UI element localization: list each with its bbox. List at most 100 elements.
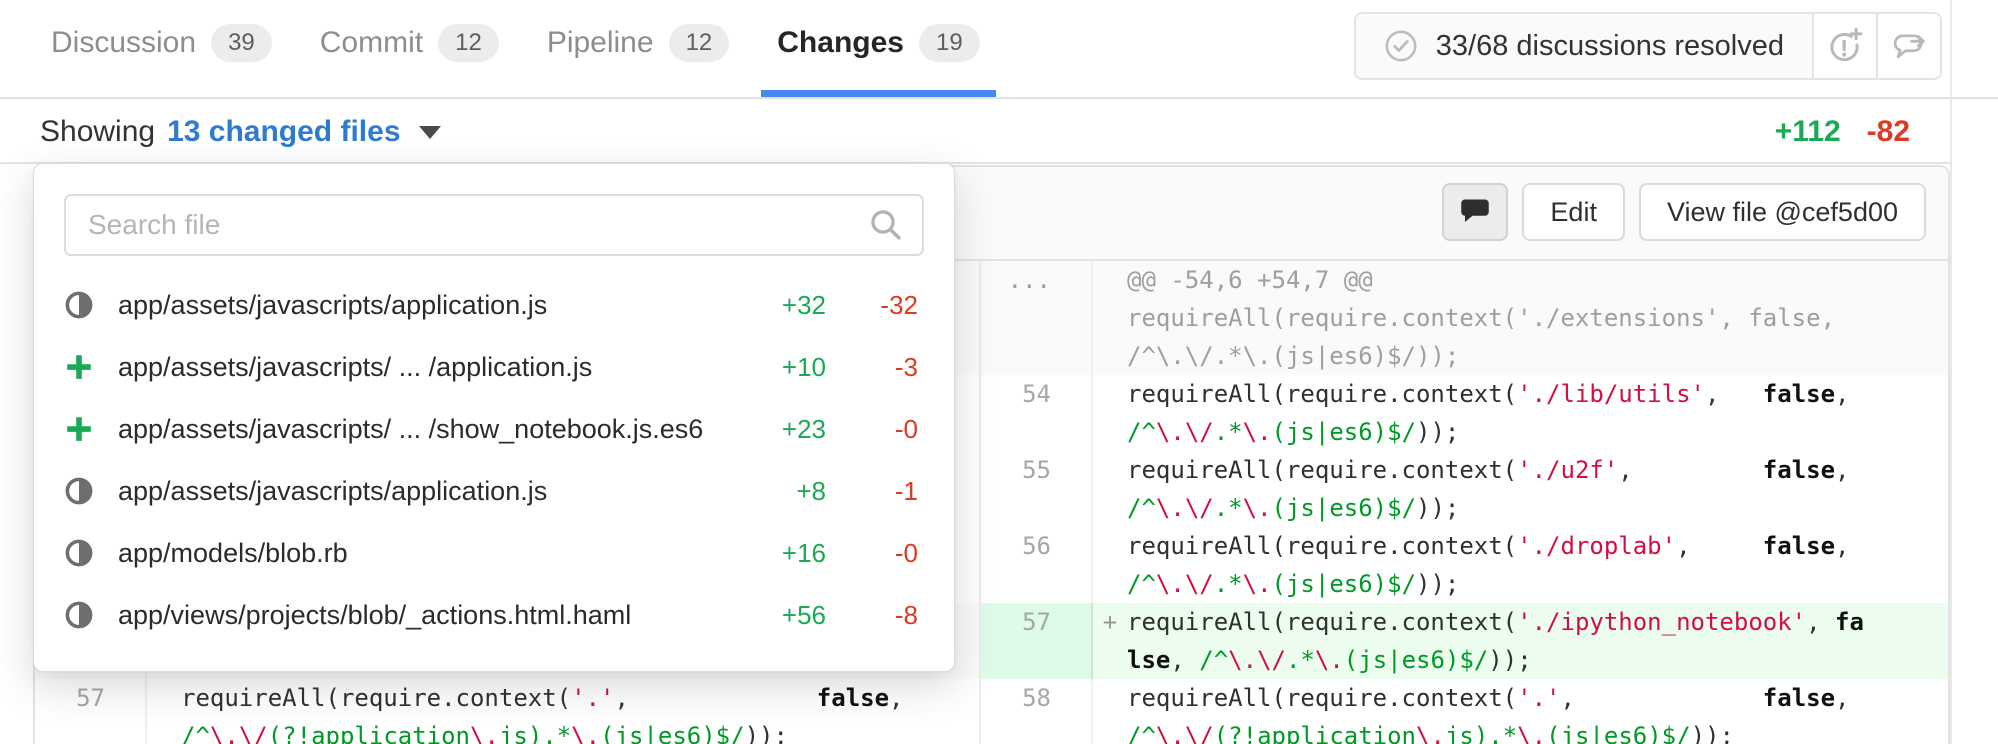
line-number[interactable]: 56 <box>981 527 1093 603</box>
merge-request-changes-page: Discussion 39 Commit 12 Pipeline 12 Chan… <box>0 0 1998 744</box>
tab-label: Pipeline <box>547 26 654 60</box>
search-file-input[interactable] <box>64 194 924 256</box>
tab-count-badge: 12 <box>669 24 730 62</box>
edit-file-button[interactable]: Edit <box>1522 183 1625 241</box>
code-line: requireAll(require.context('./lib/utils'… <box>1127 375 1948 451</box>
view-file-button[interactable]: View file @cef5d00 <box>1639 183 1926 241</box>
modified-file-icon <box>64 538 98 568</box>
deletions-count: -8 <box>846 600 918 631</box>
file-path: app/assets/javascripts/application.js <box>118 476 714 507</box>
deletions-count: -1 <box>846 476 918 507</box>
diff-line-prefix <box>1093 261 1127 375</box>
line-number[interactable]: 57 <box>35 679 147 744</box>
diff-row: 56 requireAll(require.context('./droplab'… <box>981 527 1948 603</box>
tab-label: Commit <box>320 26 423 60</box>
jump-to-next-discussion-button[interactable] <box>1876 14 1940 78</box>
search-icon <box>868 207 904 248</box>
diff-line-prefix <box>1093 679 1127 744</box>
file-row[interactable]: app/assets/javascripts/ ... /show_notebo… <box>34 398 954 460</box>
modified-file-icon <box>64 538 94 568</box>
resolve-in-new-issue-icon <box>1826 27 1864 65</box>
code-line: requireAll(require.context('./droplab', … <box>1127 527 1948 603</box>
code-line: requireAll(require.context('./ipython_no… <box>1127 603 1948 679</box>
line-number[interactable]: 54 <box>981 375 1093 451</box>
tab-discussion[interactable]: Discussion 39 <box>35 10 288 97</box>
modified-file-icon <box>64 290 94 320</box>
changed-files-dropdown-link[interactable]: 13 changed files <box>167 115 400 149</box>
tab-pipeline[interactable]: Pipeline 12 <box>531 10 745 97</box>
modified-file-icon <box>64 476 98 506</box>
file-path: app/views/projects/blob/_actions.html.ha… <box>118 600 714 631</box>
line-number[interactable]: 55 <box>981 451 1093 527</box>
diff-row: 55 requireAll(require.context('./u2f', fa… <box>981 451 1948 527</box>
tab-label: Discussion <box>51 26 196 60</box>
additions-count: +32 <box>734 290 826 321</box>
file-row[interactable]: app/assets/javascripts/ ... /application… <box>34 336 954 398</box>
diff-line-prefix <box>1093 451 1127 527</box>
line-number[interactable]: ... <box>981 261 1093 375</box>
diff-line-prefix <box>1093 527 1127 603</box>
modified-file-icon <box>64 290 98 320</box>
discussions-resolved-status: 33/68 discussions resolved <box>1356 14 1812 78</box>
deletions-count: -3 <box>846 352 918 383</box>
file-path: app/assets/javascripts/application.js <box>118 290 714 321</box>
added-file-icon <box>64 414 94 444</box>
file-header-actions: Edit View file @cef5d00 <box>1442 183 1926 241</box>
file-path: app/assets/javascripts/ ... /show_notebo… <box>118 414 714 445</box>
additions-count: +10 <box>734 352 826 383</box>
content-right-border <box>1950 0 1952 744</box>
file-path: app/assets/javascripts/ ... /application… <box>118 352 714 383</box>
diff-line-prefix: + <box>1093 603 1127 679</box>
modified-file-icon <box>64 600 94 630</box>
showing-label: Showing <box>40 115 155 149</box>
tab-count-badge: 39 <box>211 24 272 62</box>
code-line: @@ -54,6 +54,7 @@ requireAll(require.con… <box>1127 261 1948 375</box>
code-line: requireAll(require.context('.', false, /… <box>181 679 979 744</box>
comment-bubble-icon <box>1460 197 1490 227</box>
tab-label: Changes <box>777 26 904 60</box>
discussions-resolved-group: 33/68 discussions resolved <box>1354 12 1942 80</box>
additions-count: +23 <box>734 414 826 445</box>
file-path: app/models/blob.rb <box>118 538 714 569</box>
tab-count-badge: 12 <box>438 24 499 62</box>
line-number[interactable]: 57 <box>981 603 1093 679</box>
tab-commit[interactable]: Commit 12 <box>304 10 515 97</box>
file-row[interactable]: app/models/blob.rb +16 -0 <box>34 522 954 584</box>
file-row[interactable]: app/assets/javascripts/application.js +32… <box>34 274 954 336</box>
diff-line-prefix <box>1093 375 1127 451</box>
tab-changes[interactable]: Changes 19 <box>761 10 995 97</box>
code-line: requireAll(require.context('./u2f', fals… <box>1127 451 1948 527</box>
added-file-icon <box>64 414 98 444</box>
code-line: requireAll(require.context('.', false, /… <box>1127 679 1948 744</box>
total-deletions: -82 <box>1867 115 1910 149</box>
deletions-count: -32 <box>846 290 918 321</box>
jump-to-next-discussion-icon <box>1890 27 1928 65</box>
added-file-icon <box>64 352 98 382</box>
diff-row: 57 requireAll(require.context('.', false,… <box>35 679 979 744</box>
diff-row: 58 requireAll(require.context('.', false,… <box>981 679 1948 744</box>
resolved-count-text: 33/68 discussions resolved <box>1436 30 1784 63</box>
modified-file-icon <box>64 476 94 506</box>
file-row[interactable]: app/assets/javascripts/application.js +8-… <box>34 460 954 522</box>
diff-row: 54 requireAll(require.context('./lib/util… <box>981 375 1948 451</box>
diff-pane-new: ... @@ -54,6 +54,7 @@ requireAll(require.… <box>979 261 1948 744</box>
total-additions: +112 <box>1775 115 1841 149</box>
diff-stats: +112 -82 <box>1775 115 1910 149</box>
tab-count-badge: 19 <box>919 24 980 62</box>
deletions-count: -0 <box>846 538 918 569</box>
line-number[interactable]: 58 <box>981 679 1093 744</box>
additions-count: +56 <box>734 600 826 631</box>
diff-row: 57+requireAll(require.context('./ipython… <box>981 603 1948 679</box>
changed-file-list: app/assets/javascripts/application.js +32… <box>34 274 954 646</box>
dropdown-caret-icon <box>419 126 441 150</box>
file-row[interactable]: app/views/projects/blob/_actions.html.ha… <box>34 584 954 646</box>
additions-count: +16 <box>734 538 826 569</box>
diff-line-prefix <box>147 679 181 744</box>
view-file-button-label: View file @cef5d00 <box>1667 197 1898 228</box>
toggle-comments-button[interactable] <box>1442 183 1508 241</box>
additions-count: +8 <box>734 476 826 507</box>
deletions-count: -0 <box>846 414 918 445</box>
resolve-in-new-issue-button[interactable] <box>1812 14 1876 78</box>
added-file-icon <box>64 352 94 382</box>
file-search <box>64 194 924 256</box>
